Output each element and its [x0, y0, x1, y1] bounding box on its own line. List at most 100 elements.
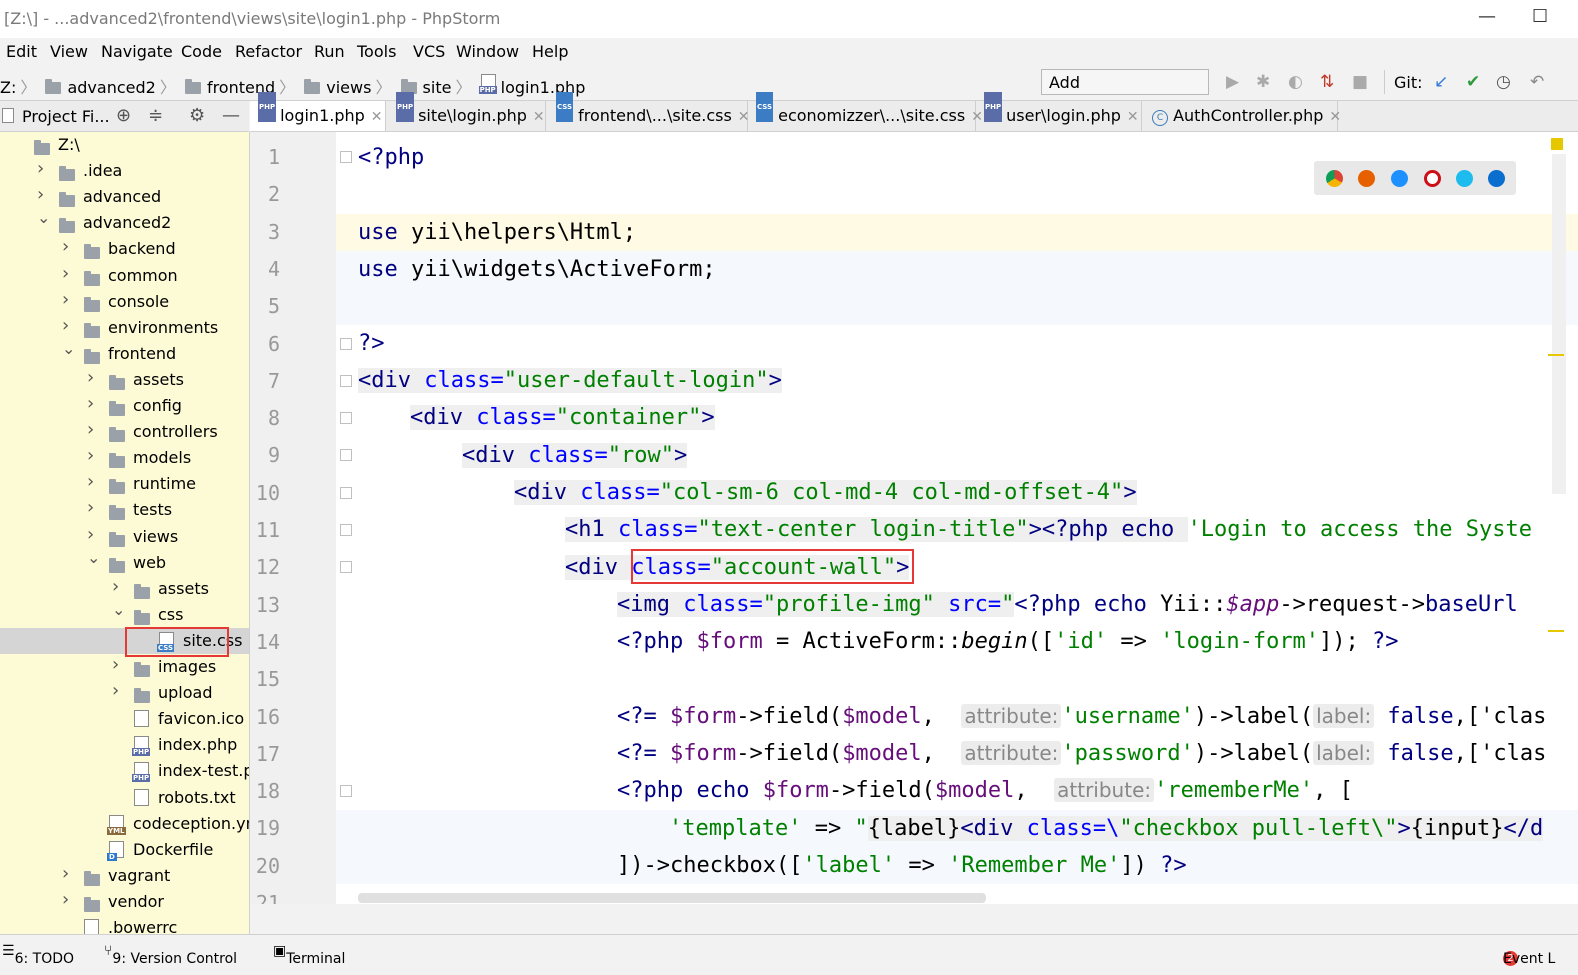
- menu-refactor[interactable]: Refactor: [235, 42, 302, 61]
- profile-icon[interactable]: ⇅: [1320, 72, 1334, 92]
- fold-marker-icon[interactable]: [340, 374, 352, 387]
- close-icon[interactable]: ✕: [1127, 109, 1139, 125]
- chevron-down-icon[interactable]: ⌄: [87, 548, 100, 567]
- locate-icon[interactable]: ⊕: [116, 105, 131, 126]
- safari-icon[interactable]: [1391, 170, 1408, 187]
- chevron-right-icon[interactable]: ›: [62, 263, 69, 284]
- edge-icon[interactable]: [1488, 170, 1505, 187]
- menu-view[interactable]: View: [50, 42, 88, 61]
- chevron-right-icon[interactable]: ›: [87, 524, 94, 545]
- menu-navigate[interactable]: Navigate: [101, 42, 173, 61]
- breadcrumb-item[interactable]: Z:: [0, 78, 16, 97]
- chevron-right-icon[interactable]: ›: [62, 889, 69, 910]
- menu-code[interactable]: Code: [181, 42, 222, 61]
- chrome-icon[interactable]: [1326, 170, 1343, 187]
- tree-item[interactable]: › tests: [0, 497, 249, 523]
- history-icon[interactable]: ◷: [1496, 72, 1511, 92]
- stop-icon[interactable]: ■: [1352, 72, 1368, 92]
- tree-item[interactable]: › views: [0, 524, 249, 550]
- chevron-right-icon[interactable]: ›: [62, 289, 69, 310]
- tab-site-login-php[interactable]: site\login.php ✕: [388, 92, 546, 131]
- code-editor[interactable]: 1 2 3 4 5 6 7 8 9 10 11 12 13 14 15 16 17 18 19 20 21 <?php …: [250, 132, 1578, 904]
- tree-item[interactable]: › runtime: [0, 471, 249, 497]
- tree-item[interactable]: › controllers: [0, 419, 249, 445]
- error-stripe-mark[interactable]: [1548, 630, 1564, 632]
- minimize-icon[interactable]: —: [1478, 6, 1496, 27]
- tree-item[interactable]: › .idea: [0, 158, 249, 184]
- tab-authcontroller-php[interactable]: C AuthController.php ✕: [1142, 101, 1341, 131]
- fold-marker-icon[interactable]: [340, 449, 352, 462]
- menu-tools[interactable]: Tools: [357, 42, 396, 61]
- hide-panel-icon[interactable]: —: [222, 105, 240, 126]
- chevron-right-icon[interactable]: ›: [62, 236, 69, 257]
- close-icon[interactable]: ✕: [1329, 109, 1341, 125]
- breadcrumb-item[interactable]: site: [423, 78, 452, 97]
- fold-marker-icon[interactable]: [340, 486, 352, 499]
- fold-marker-icon[interactable]: [340, 785, 352, 798]
- tab-economizzer-site-css[interactable]: economizzer\...\site.css✕: [748, 92, 983, 131]
- tree-item[interactable]: › backend: [0, 236, 249, 262]
- chevron-right-icon[interactable]: ›: [87, 367, 94, 388]
- fold-marker-icon[interactable]: [340, 337, 352, 350]
- close-icon[interactable]: ✕: [533, 109, 545, 125]
- menu-help[interactable]: Help: [532, 42, 568, 61]
- chevron-down-icon[interactable]: ⌄: [112, 600, 125, 619]
- chevron-right-icon[interactable]: ›: [62, 315, 69, 336]
- maximize-icon[interactable]: ☐: [1532, 6, 1548, 27]
- chevron-right-icon[interactable]: ›: [62, 863, 69, 884]
- firefox-icon[interactable]: [1358, 170, 1375, 187]
- chevron-right-icon[interactable]: ›: [37, 158, 44, 179]
- tree-item[interactable]: ⌄ frontend: [0, 339, 249, 367]
- chevron-right-icon[interactable]: ›: [87, 419, 94, 440]
- tree-item[interactable]: ⌄ css: [0, 600, 249, 628]
- tree-item[interactable]: › environments: [0, 315, 249, 341]
- menu-run[interactable]: Run: [314, 42, 345, 61]
- tree-item[interactable]: index-test.php: [0, 758, 249, 784]
- chevron-right-icon[interactable]: ›: [87, 497, 94, 518]
- tree-item[interactable]: Dockerfile: [0, 837, 249, 863]
- tree-item[interactable]: codeception.yml: [0, 811, 249, 837]
- revert-icon[interactable]: ↶: [1530, 72, 1544, 92]
- menu-vcs[interactable]: VCS: [413, 42, 445, 61]
- breadcrumb-item[interactable]: advanced2: [67, 78, 155, 97]
- tree-item[interactable]: favicon.ico: [0, 706, 249, 732]
- chevron-right-icon[interactable]: ›: [112, 576, 119, 597]
- fold-marker-icon[interactable]: [340, 151, 352, 163]
- chevron-right-icon[interactable]: ›: [87, 393, 94, 414]
- tree-item[interactable]: Z:\: [0, 132, 249, 158]
- menu-window[interactable]: Window: [456, 42, 519, 61]
- git-commit-icon[interactable]: ✔: [1466, 72, 1480, 92]
- horizontal-scrollbar[interactable]: [358, 893, 986, 903]
- tree-item[interactable]: › console: [0, 289, 249, 315]
- tab-frontend-site-css[interactable]: frontend\...\site.css✕: [548, 92, 750, 131]
- collapse-all-icon[interactable]: ≑: [148, 105, 163, 126]
- tree-item[interactable]: index.php: [0, 732, 249, 758]
- tree-item[interactable]: › common: [0, 263, 249, 289]
- tree-item[interactable]: .bowerrc: [0, 915, 249, 934]
- tree-item[interactable]: › vagrant: [0, 863, 249, 889]
- coverage-icon[interactable]: ◐: [1288, 72, 1303, 92]
- chevron-right-icon[interactable]: ›: [87, 445, 94, 466]
- close-icon[interactable]: ✕: [371, 109, 383, 125]
- run-icon[interactable]: ▶: [1226, 72, 1239, 92]
- settings-gear-icon[interactable]: ⚙: [189, 105, 205, 126]
- tab-login1-php[interactable]: login1.php ✕: [250, 92, 386, 131]
- fold-marker-icon[interactable]: [340, 561, 352, 574]
- add-configuration-button[interactable]: Add Configuration...: [1041, 69, 1209, 118]
- tree-item[interactable]: › images: [0, 654, 249, 680]
- chevron-right-icon[interactable]: ›: [37, 184, 44, 205]
- tree-item[interactable]: ⌄ advanced2: [0, 208, 249, 236]
- inspection-status-icon[interactable]: [1551, 138, 1563, 150]
- version-control-tool-button[interactable]: ⑂ 9: Version Control: [104, 943, 237, 967]
- todo-tool-button[interactable]: ☰ 6: TODO: [2, 943, 74, 967]
- breadcrumb-item[interactable]: views: [326, 78, 371, 97]
- tab-user-login-php[interactable]: user\login.php ✕: [976, 92, 1142, 131]
- opera-icon[interactable]: [1424, 170, 1441, 187]
- tree-item[interactable]: › assets: [0, 576, 249, 602]
- chevron-right-icon[interactable]: ›: [112, 654, 119, 675]
- tree-item[interactable]: robots.txt: [0, 785, 249, 811]
- tree-item[interactable]: › vendor: [0, 889, 249, 915]
- menu-edit[interactable]: Edit: [6, 42, 37, 61]
- debug-icon[interactable]: ✱: [1256, 72, 1270, 92]
- chevron-down-icon[interactable]: ⌄: [62, 339, 75, 358]
